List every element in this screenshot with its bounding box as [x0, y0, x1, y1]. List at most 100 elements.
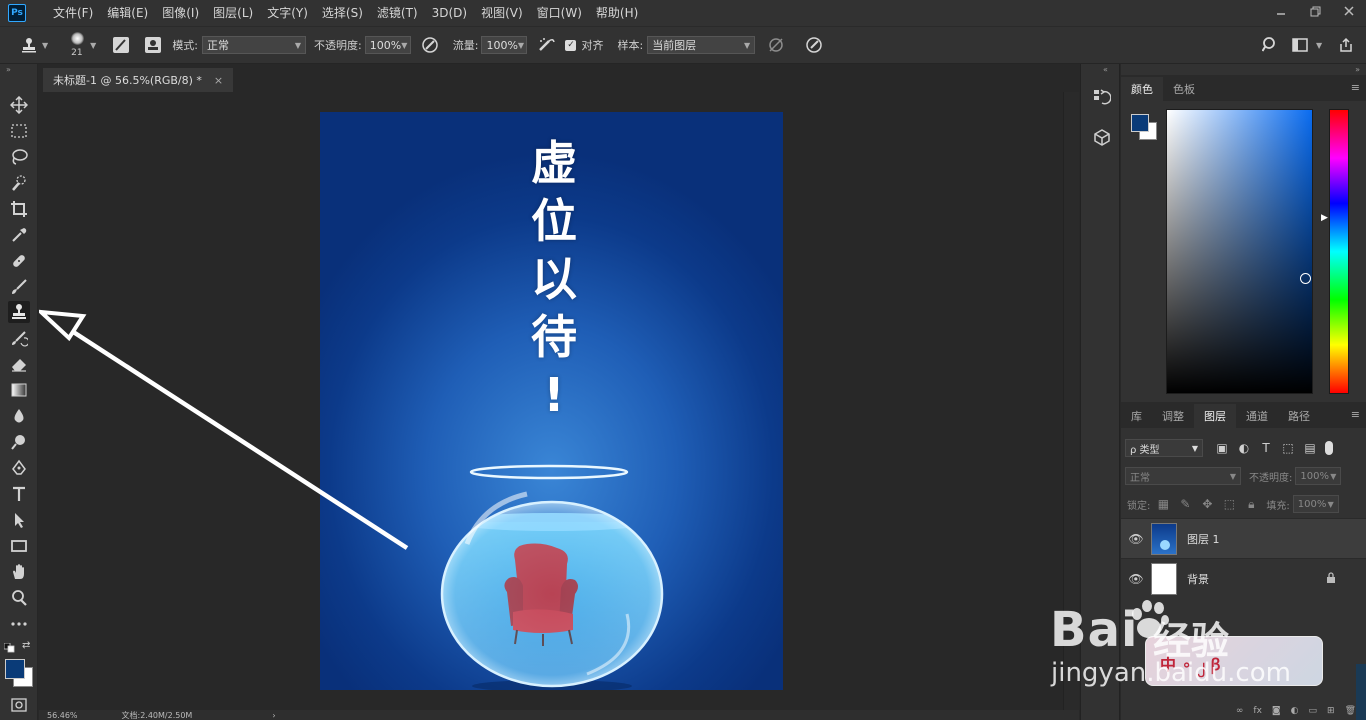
workspace-icon[interactable]: [1292, 38, 1308, 52]
move-tool-icon[interactable]: [8, 94, 30, 116]
mode-select[interactable]: 正常 ▼: [202, 36, 307, 54]
opacity-input[interactable]: 100% ▼: [364, 36, 411, 54]
aligned-checkbox[interactable]: ✓: [565, 39, 577, 51]
tab-libraries[interactable]: 库: [1121, 404, 1152, 428]
restore-icon[interactable]: [1298, 0, 1332, 22]
delete-layer-icon[interactable]: 🗑︎: [1345, 706, 1356, 720]
status-arrow-icon[interactable]: ›: [272, 711, 275, 720]
menu-image[interactable]: 图像(I): [155, 0, 206, 26]
layer-row[interactable]: 👁︎ 图层 1: [1121, 518, 1366, 558]
visibility-eye-icon[interactable]: 👁︎: [1121, 532, 1151, 546]
filter-pixel-icon[interactable]: ▣: [1211, 441, 1233, 455]
eraser-tool-icon[interactable]: [8, 353, 30, 375]
link-layers-icon[interactable]: ∞: [1236, 706, 1244, 720]
clone-stamp-preset-icon[interactable]: [20, 37, 38, 53]
hand-tool-icon[interactable]: [8, 561, 30, 583]
layer-name[interactable]: 图层 1: [1187, 531, 1220, 547]
layer-style-icon[interactable]: fx: [1253, 706, 1262, 720]
new-layer-icon[interactable]: ⊞: [1327, 706, 1335, 720]
lock-position-icon[interactable]: ✥: [1196, 497, 1218, 511]
expand-dock-icon[interactable]: «: [1103, 65, 1108, 74]
lasso-tool-icon[interactable]: [8, 146, 30, 168]
rectangle-tool-icon[interactable]: [8, 535, 30, 557]
document-tab[interactable]: 未标题-1 @ 56.5%(RGB/8) * ×: [43, 68, 234, 92]
layers-panel-menu-icon[interactable]: ≡: [1351, 408, 1360, 421]
brush-tool-icon[interactable]: [8, 276, 30, 298]
brush-caret-icon[interactable]: ▼: [90, 41, 96, 50]
color-field[interactable]: [1166, 109, 1313, 394]
pressure-opacity-icon[interactable]: [421, 36, 439, 54]
menu-help[interactable]: 帮助(H): [589, 0, 645, 26]
hue-slider-marker[interactable]: ▶: [1321, 213, 1328, 223]
menu-edit[interactable]: 编辑(E): [100, 0, 155, 26]
default-colors-icon[interactable]: [3, 642, 16, 653]
quick-mask-icon[interactable]: [8, 694, 30, 716]
color-field-cursor[interactable]: [1300, 273, 1311, 284]
path-select-tool-icon[interactable]: [8, 509, 30, 531]
pressure-size-icon[interactable]: [805, 36, 823, 54]
filter-adjustment-icon[interactable]: ◐: [1233, 441, 1255, 455]
lock-all-icon[interactable]: 🔒︎: [1240, 497, 1262, 512]
new-group-icon[interactable]: ▭: [1309, 706, 1318, 720]
layer-opacity-input[interactable]: 100% ▼: [1295, 467, 1342, 485]
clone-source-icon[interactable]: [144, 36, 162, 54]
foreground-color-swatch[interactable]: [5, 659, 25, 679]
layer-filter-select[interactable]: ρ 类型 ▼: [1125, 439, 1203, 457]
sample-select[interactable]: 当前图层 ▼: [647, 36, 756, 54]
blur-tool-icon[interactable]: [8, 405, 30, 427]
flow-input[interactable]: 100% ▼: [481, 36, 528, 54]
menu-type[interactable]: 文字(Y): [260, 0, 315, 26]
close-icon[interactable]: [1332, 0, 1366, 22]
quick-select-tool-icon[interactable]: [8, 172, 30, 194]
history-panel-icon[interactable]: [1091, 86, 1113, 108]
search-icon[interactable]: [1262, 37, 1278, 53]
tab-channels[interactable]: 通道: [1236, 404, 1278, 428]
new-adjustment-icon[interactable]: ◐: [1291, 706, 1299, 720]
lock-transparent-icon[interactable]: ▦: [1152, 497, 1174, 511]
menu-layer[interactable]: 图层(L): [206, 0, 260, 26]
healing-brush-tool-icon[interactable]: [8, 250, 30, 272]
gradient-tool-icon[interactable]: [8, 379, 30, 401]
collapse-panels-icon[interactable]: »: [1355, 65, 1360, 74]
layer-lock-icon[interactable]: [1326, 571, 1336, 586]
dodge-tool-icon[interactable]: [8, 431, 30, 453]
layer-name[interactable]: 背景: [1187, 571, 1209, 587]
vertical-scrollbar[interactable]: [1063, 92, 1079, 710]
tab-adjustments[interactable]: 调整: [1152, 404, 1194, 428]
more-tools-icon[interactable]: [8, 613, 30, 635]
swap-colors-icon[interactable]: ⇄: [22, 640, 30, 651]
close-tab-icon[interactable]: ×: [214, 74, 223, 87]
menu-select[interactable]: 选择(S): [315, 0, 370, 26]
tab-layers[interactable]: 图层: [1194, 404, 1236, 428]
lock-pixels-icon[interactable]: ✎: [1174, 497, 1196, 511]
blend-mode-select[interactable]: 正常 ▼: [1125, 467, 1241, 485]
color-panel-menu-icon[interactable]: ≡: [1351, 81, 1360, 94]
pen-tool-icon[interactable]: [8, 457, 30, 479]
filter-type-icon[interactable]: T: [1255, 441, 1277, 455]
marquee-tool-icon[interactable]: [8, 120, 30, 142]
add-mask-icon[interactable]: ◙: [1272, 706, 1281, 720]
menu-3d[interactable]: 3D(D): [425, 0, 474, 26]
menu-file[interactable]: 文件(F): [46, 0, 100, 26]
canvas-area[interactable]: 虚 位 以 待 !: [39, 92, 1063, 710]
history-brush-tool-icon[interactable]: [8, 327, 30, 349]
brush-preview[interactable]: 21: [68, 30, 88, 60]
clone-stamp-tool-icon[interactable]: [8, 301, 30, 323]
layer-row[interactable]: 👁︎ 背景: [1121, 558, 1366, 598]
menu-view[interactable]: 视图(V): [474, 0, 530, 26]
tab-swatches[interactable]: 色板: [1163, 77, 1205, 101]
fill-input[interactable]: 100% ▼: [1292, 495, 1339, 513]
brush-settings-icon[interactable]: [112, 36, 130, 54]
hue-slider[interactable]: [1329, 109, 1349, 394]
3d-panel-icon[interactable]: [1091, 126, 1113, 148]
menu-window[interactable]: 窗口(W): [530, 0, 589, 26]
visibility-eye-icon[interactable]: 👁︎: [1121, 572, 1151, 586]
share-icon[interactable]: [1338, 37, 1354, 53]
filter-smart-object-icon[interactable]: ▤: [1299, 441, 1321, 455]
color-panel-foreground-swatch-front[interactable]: [1131, 114, 1149, 132]
minimize-icon[interactable]: [1264, 0, 1298, 22]
lock-artboard-icon[interactable]: ⬚: [1218, 497, 1240, 511]
zoom-level[interactable]: 56.46%: [47, 711, 78, 720]
type-tool-icon[interactable]: [8, 483, 30, 505]
filter-shape-icon[interactable]: ⬚: [1277, 441, 1299, 455]
